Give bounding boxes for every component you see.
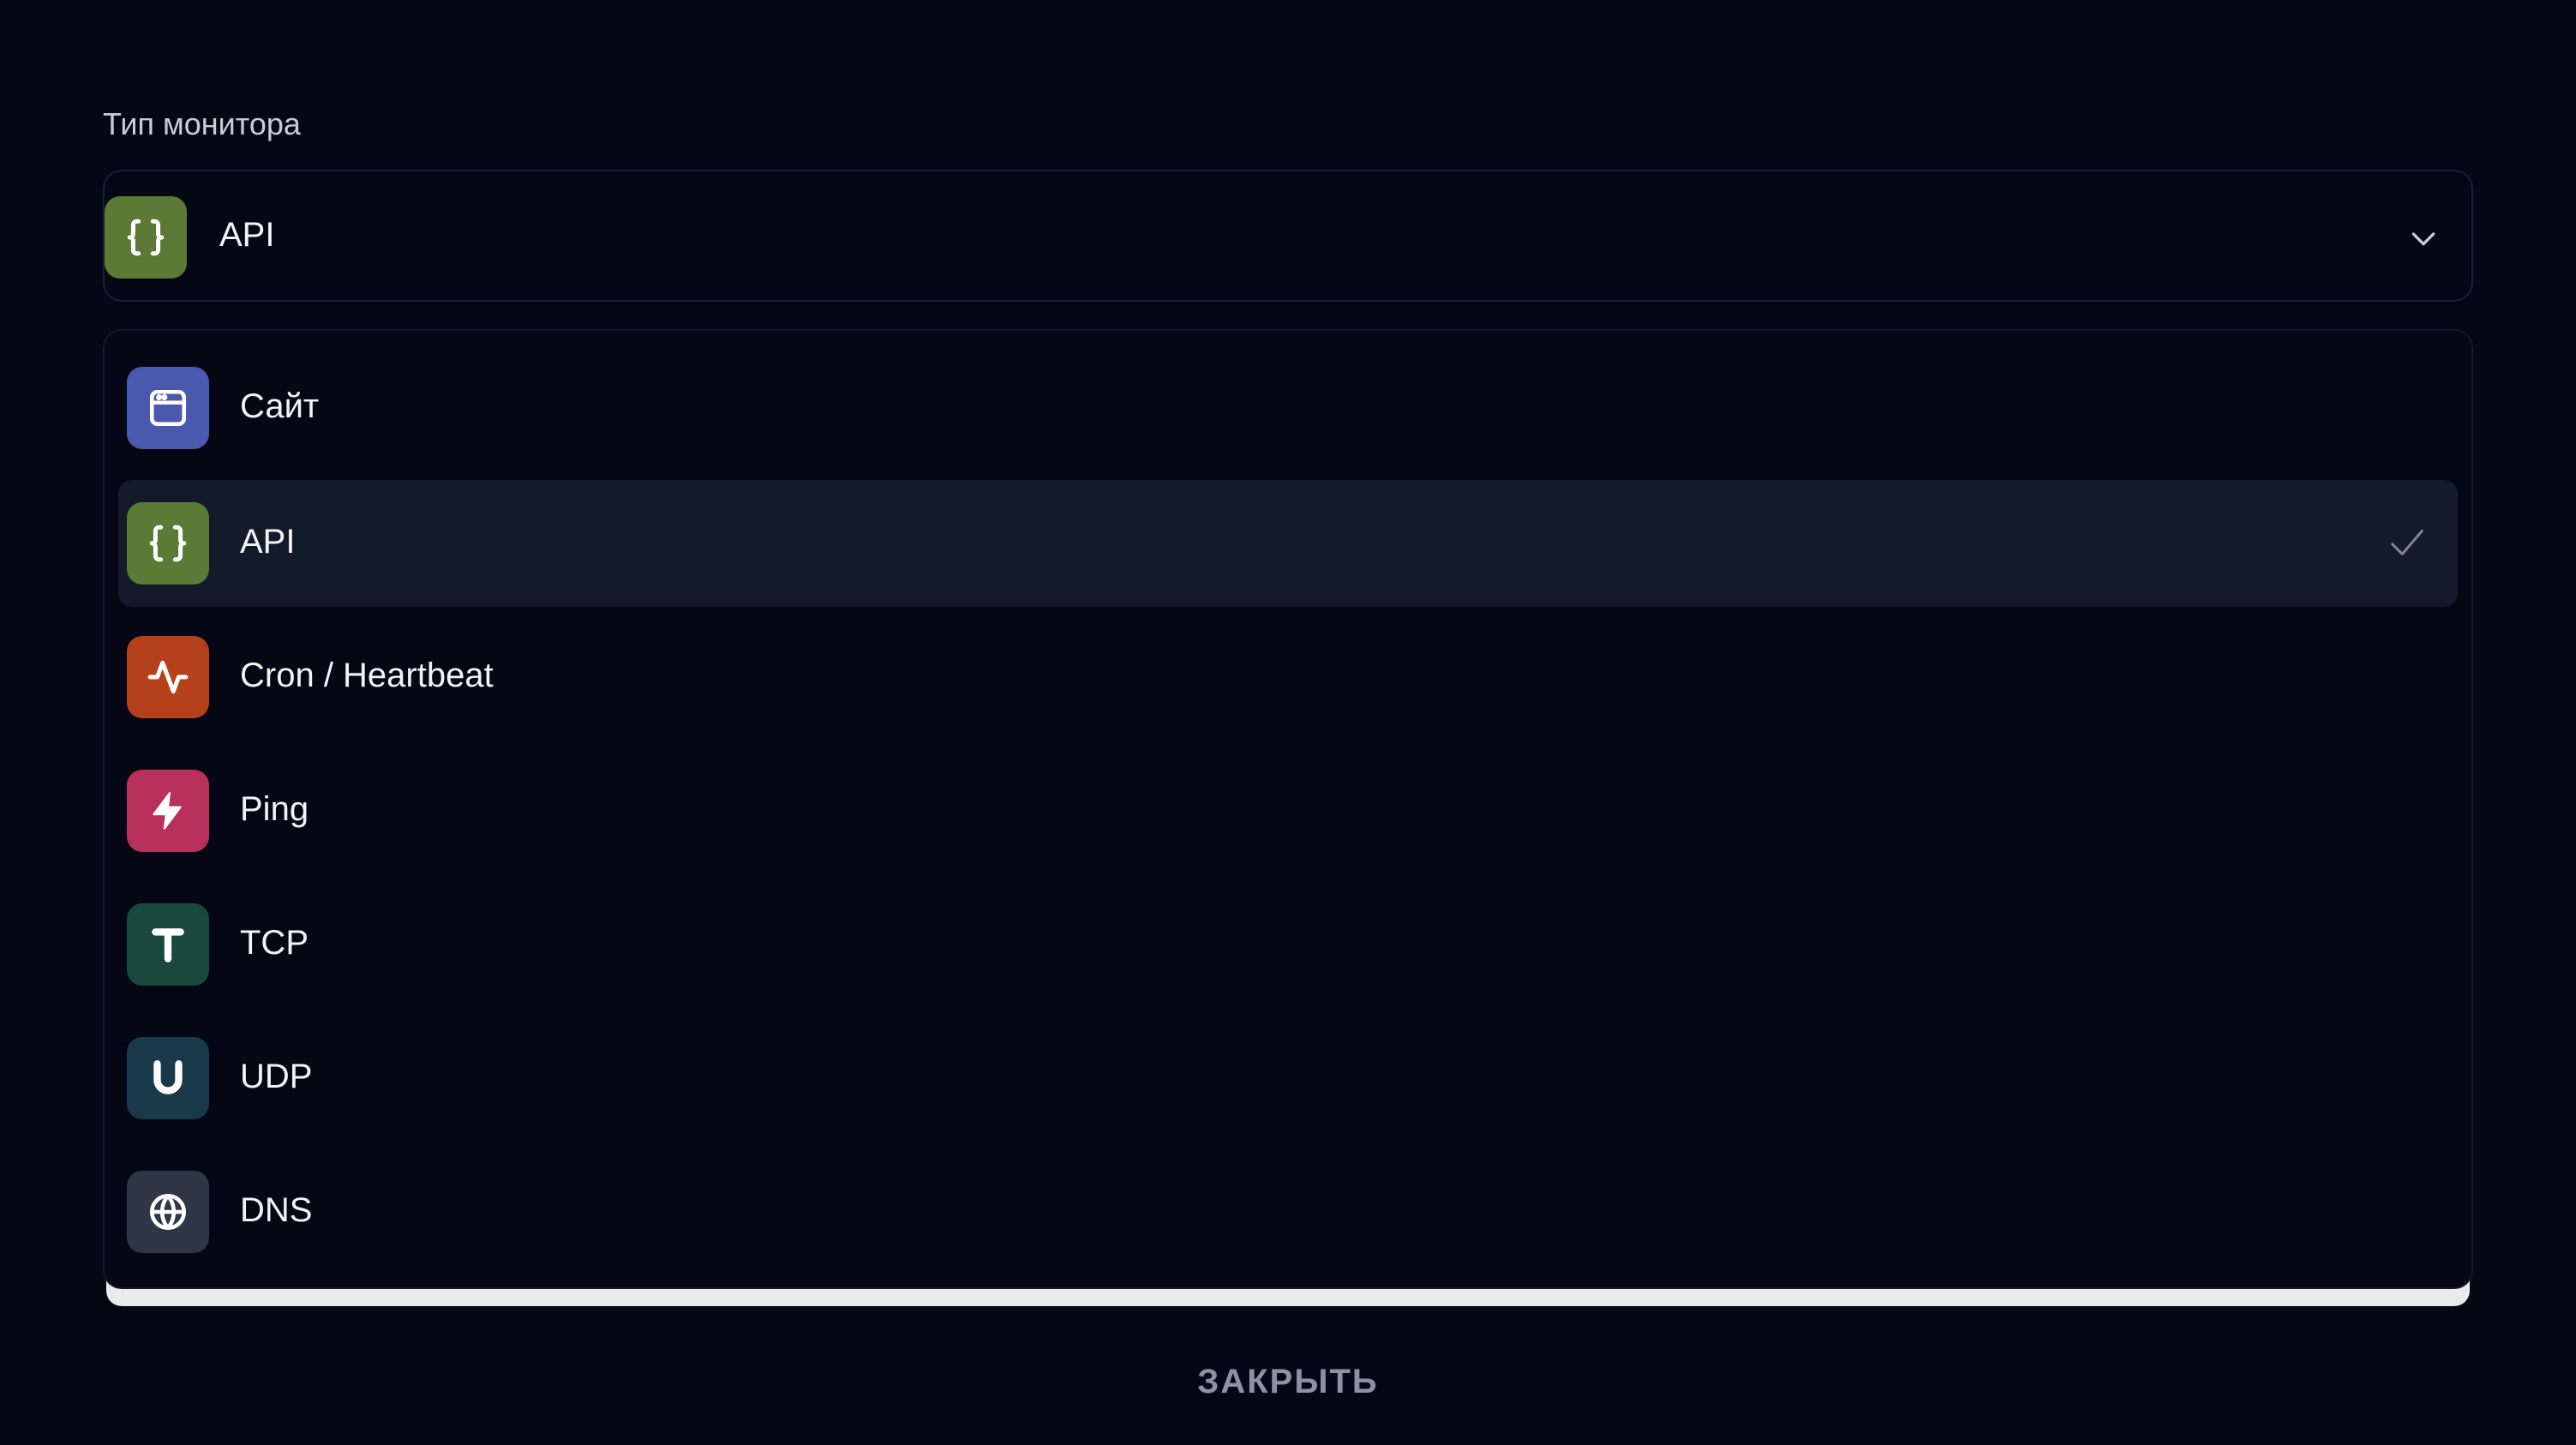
check-icon — [2391, 530, 2423, 555]
globe-icon — [127, 1171, 209, 1253]
option-label: UDP — [240, 1058, 313, 1095]
braces-icon — [127, 502, 209, 585]
option-cron-heartbeat[interactable]: Cron / Heartbeat — [118, 614, 2458, 740]
activity-icon — [127, 636, 209, 718]
letter-t-icon — [127, 903, 209, 986]
letter-u-icon — [127, 1037, 209, 1119]
lightning-icon — [127, 770, 209, 852]
browser-window-icon — [127, 367, 209, 449]
option-label: Ping — [240, 790, 309, 828]
option-tcp[interactable]: TCP — [118, 881, 2458, 1008]
option-udp[interactable]: UDP — [118, 1015, 2458, 1142]
chevron-down-icon[interactable] — [2406, 221, 2441, 255]
option-api[interactable]: API — [118, 480, 2458, 607]
option-label: Сайт — [240, 387, 320, 425]
option-label: API — [240, 523, 296, 561]
close-button[interactable]: ЗАКРЫТЬ — [1191, 1363, 1385, 1401]
option-ping[interactable]: Ping — [118, 747, 2458, 874]
field-label: Тип монитора — [103, 106, 301, 141]
option-label: TCP — [240, 924, 309, 962]
option-label: DNS — [240, 1191, 313, 1229]
option-dns[interactable]: DNS — [118, 1148, 2458, 1275]
braces-icon — [105, 196, 187, 279]
option-label: Cron / Heartbeat — [240, 657, 494, 694]
option-site[interactable]: Сайт — [118, 345, 2458, 471]
selected-value: API — [219, 216, 275, 254]
monitor-type-select[interactable]: API — [103, 170, 2473, 302]
monitor-type-dropdown: Сайт API Cron / Heartbeat Ping TCP UDP D… — [103, 329, 2473, 1289]
